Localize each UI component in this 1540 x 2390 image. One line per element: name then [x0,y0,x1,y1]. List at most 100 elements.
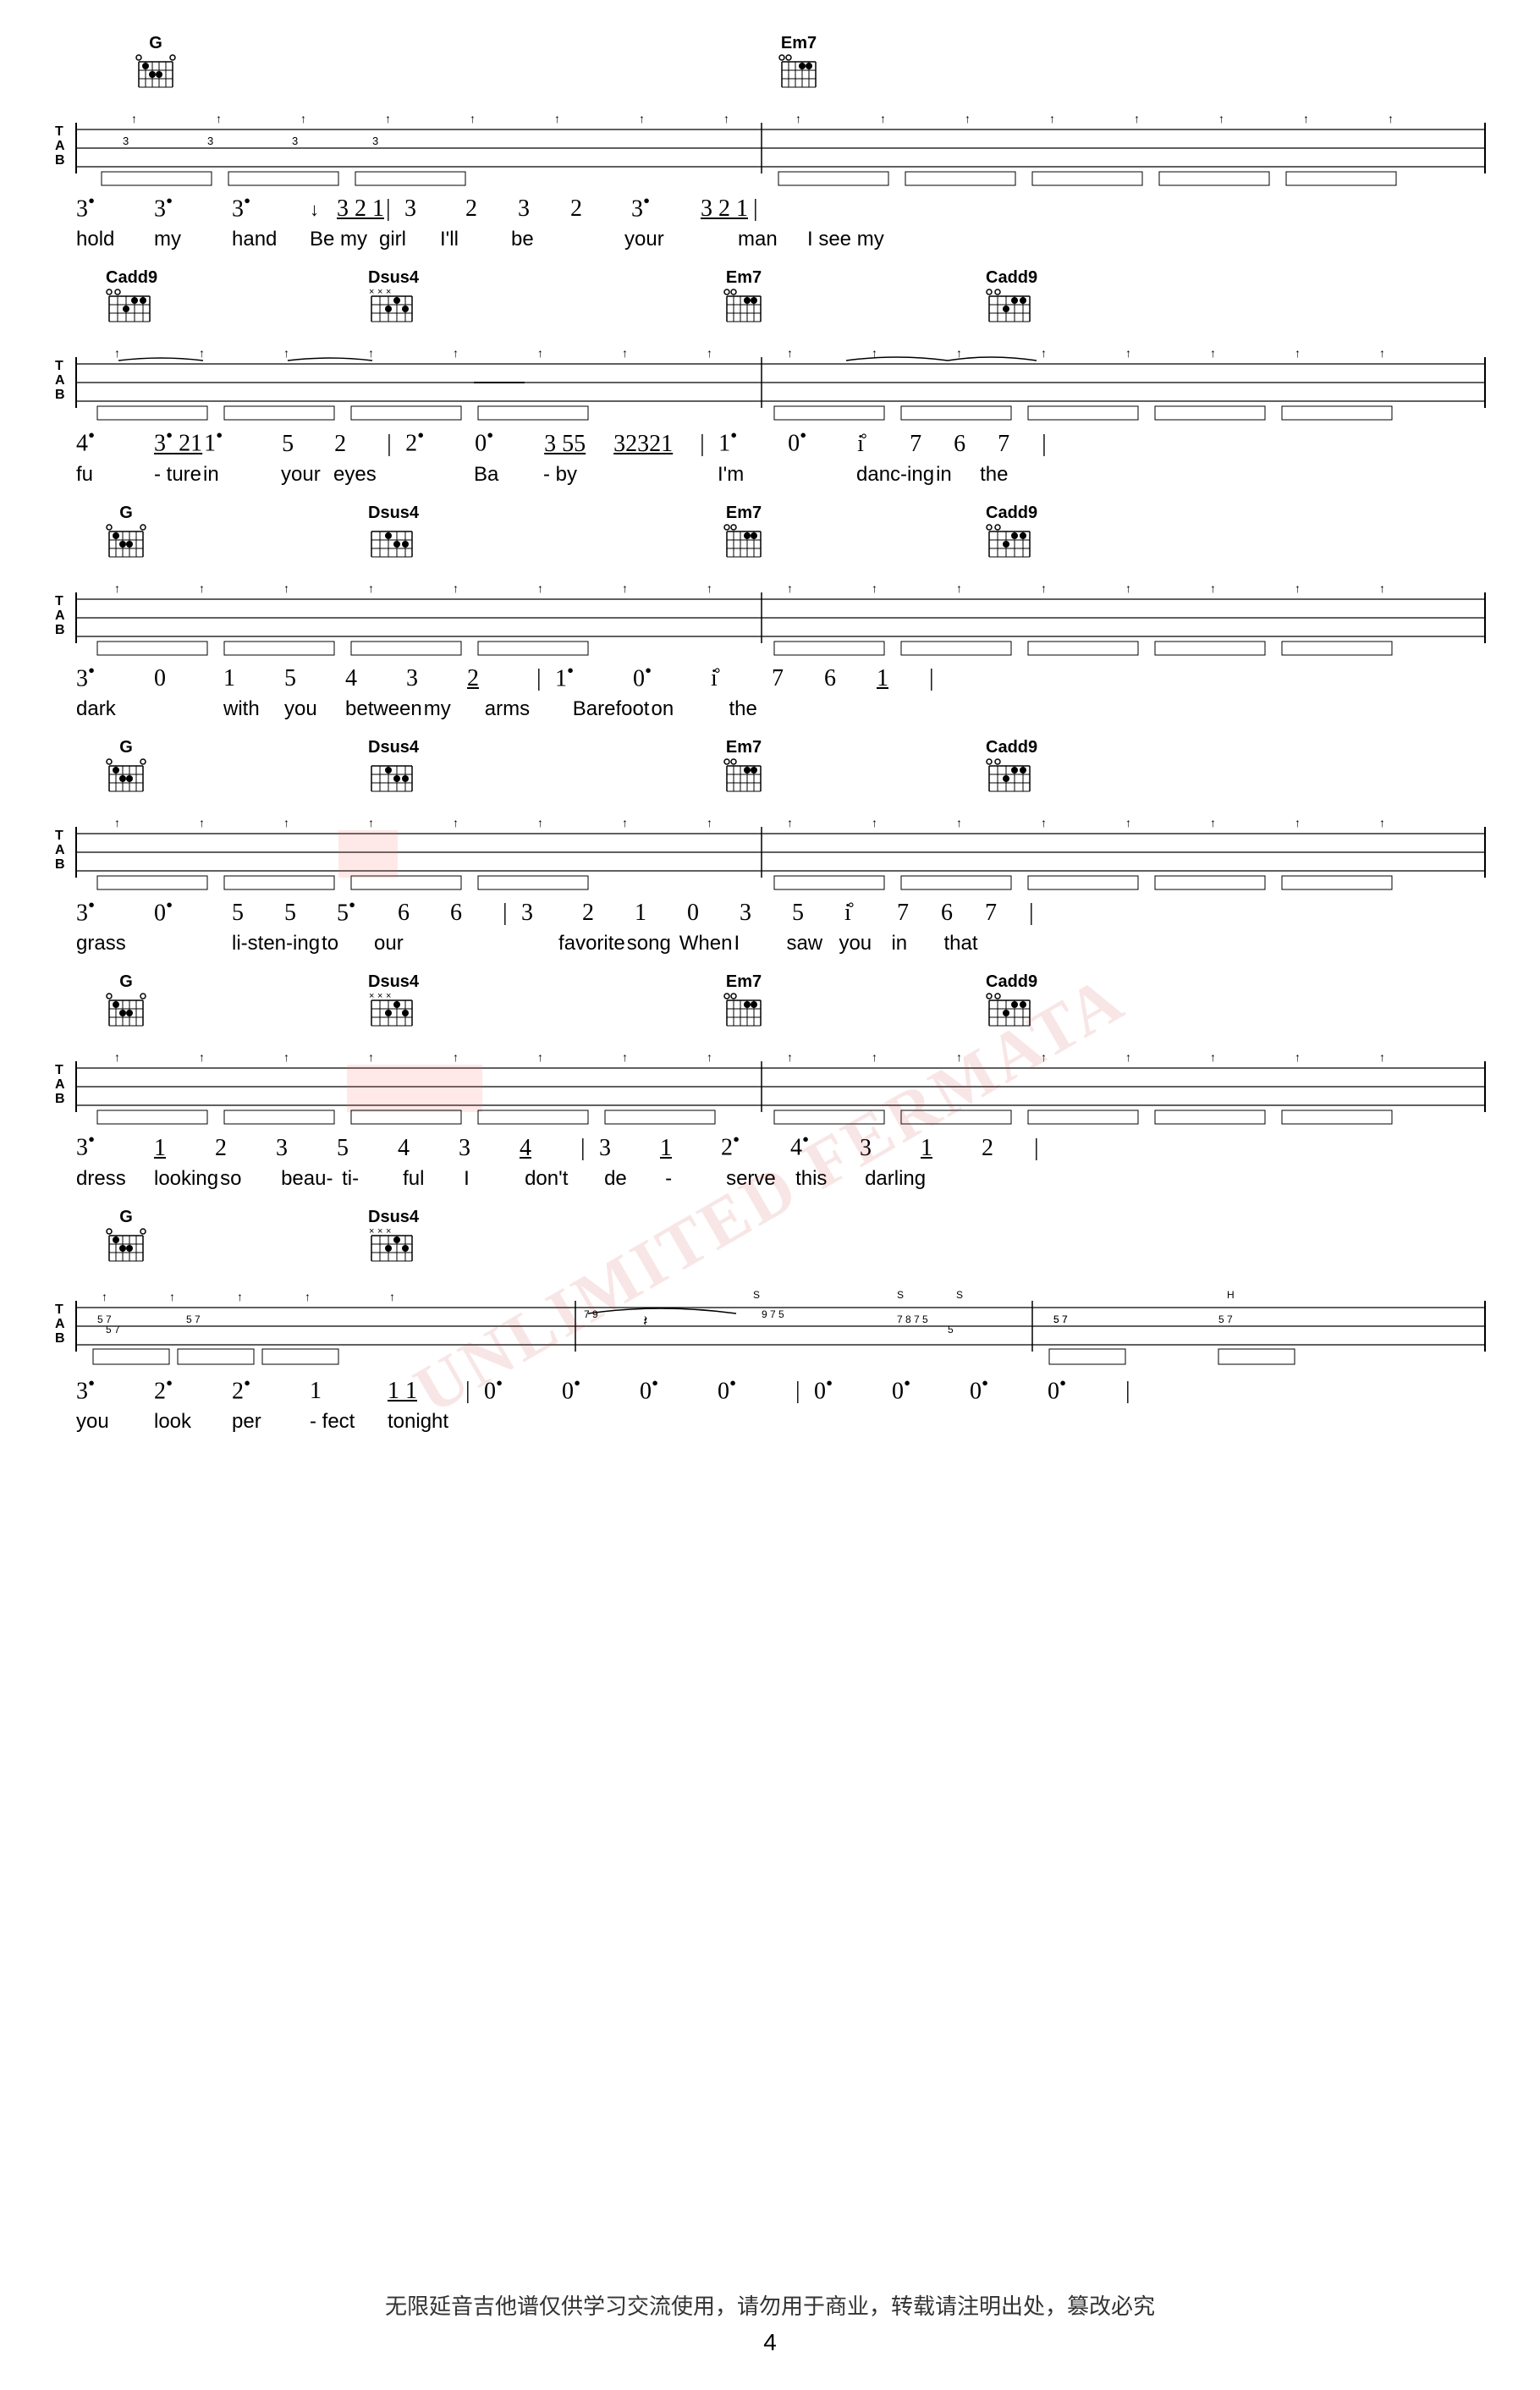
notation-row-3: 3• 0 1 5 4 3 2 | 1• 0• i̊ 7 6 1 | [51,660,1489,692]
svg-text:↑: ↑ [1218,112,1224,125]
note-5-1: 3• [76,1129,152,1161]
svg-text:↑: ↑ [622,346,628,360]
svg-text:↑: ↑ [1041,1050,1047,1064]
svg-text:↑: ↑ [169,1290,175,1303]
svg-text:B: B [55,1092,65,1106]
lyric-6-2: look [154,1410,230,1434]
lyric-2-14: the [980,463,1022,487]
lyrics-row-2: fu - ture in your eyes Ba - by I'm danc-… [51,463,1489,487]
chord-row-3: G [51,504,1489,575]
chord-row-6: G [51,1208,1489,1280]
note-10: 3• [631,190,699,223]
barline-6-1: | [465,1378,482,1405]
svg-text:↑: ↑ [114,816,120,829]
chord-name-em7-4: Em7 [723,738,764,757]
svg-text:B: B [55,388,65,402]
chord-em7-5-svg [723,992,764,1036]
chord-name-cadd9-4: Cadd9 [986,738,1037,757]
chord-em7-1: Em7 [778,34,819,102]
system-1: G [51,34,1489,251]
svg-text:↑: ↑ [199,581,205,595]
lyric-5-6: ful [403,1167,462,1191]
note-4-12: 3 [740,900,790,927]
note-6-10: 0• [814,1373,890,1405]
note-4-11: 0 [687,900,738,927]
svg-text:↑: ↑ [622,581,628,595]
chord-em7-3-svg [723,523,764,567]
note-3-13: 1 [877,665,927,692]
svg-text:↑: ↑ [537,816,543,829]
lyric-9: your [624,228,675,251]
svg-text:↑: ↑ [368,816,374,829]
barline-3-1: | [536,665,553,692]
note-11: 3 2 1 [701,195,751,223]
svg-text:×: × [369,288,374,297]
svg-text:3: 3 [292,135,298,147]
svg-text:3: 3 [123,135,129,147]
chord-g-4: G [106,738,146,806]
svg-text:A: A [55,1077,65,1092]
note-2-13: 7 [910,431,952,458]
note-4-1: 3• [76,895,152,927]
note-7: 2 [465,195,516,223]
svg-text:↑: ↑ [622,1050,628,1064]
chord-name-em7-2: Em7 [723,268,764,288]
chord-g-6: G [106,1208,146,1275]
svg-text:↑: ↑ [453,346,459,360]
chord-name-g-6: G [106,1208,146,1227]
note-6-9: 0• [718,1373,794,1405]
barline-2-1: | [387,431,404,458]
svg-text:A: A [55,139,65,153]
lyric-2-1: fu [76,463,152,487]
svg-text:↑: ↑ [1210,581,1216,595]
chord-name-dsus4-3: Dsus4 [368,504,419,523]
chord-em7-5: Em7 [723,972,764,1040]
lyrics-row-4: grass li-sten-ing to our favorite song W… [51,932,1489,955]
lyric-11: man [738,228,806,251]
lyric-2-12: danc-ing [856,463,934,487]
notation-row-6: 3• 2• 2• 1 1 1 | 0• 0• 0• 0• | 0• 0• 0• … [51,1373,1489,1405]
svg-text:↑: ↑ [795,112,801,125]
lyric-4: Be my [310,228,377,251]
note-6-13: 0• [1048,1373,1124,1405]
svg-text:↑: ↑ [453,816,459,829]
chord-dsus4-6-svg: × × × [368,1227,415,1271]
svg-text:T: T [55,594,63,609]
svg-text:↑: ↑ [1379,581,1385,595]
svg-text:7 8 7 5: 7 8 7 5 [897,1313,928,1325]
chord-name-dsus4-6: Dsus4 [368,1208,419,1227]
chord-name-dsus4-4: Dsus4 [368,738,419,757]
lyric-6-5: tonight [388,1410,464,1434]
chord-em7-4-svg [723,757,764,801]
svg-text:↑: ↑ [199,346,205,360]
lyric-4-1: grass [76,932,152,955]
svg-text:↑: ↑ [537,346,543,360]
note-3-5: 4 [345,665,404,692]
lyric-4-15: that [943,932,986,955]
lyric-6-3: per [232,1410,308,1434]
chord-cadd9-2: Cadd9 [986,268,1037,336]
svg-text:↑: ↑ [1041,581,1047,595]
note-6-7: 0• [562,1373,638,1405]
chord-name-em7: Em7 [778,34,819,53]
lyric-2-10: I'm [718,463,785,487]
lyric-4-13: you [839,932,889,955]
svg-text:×: × [386,992,391,1001]
note-3-9: 0• [633,660,709,692]
svg-text:T: T [55,1302,63,1317]
chord-g-6-svg [106,1227,146,1271]
chord-name-dsus4-5: Dsus4 [368,972,419,992]
note-3-7: 2 [467,665,535,692]
chord-dsus4-5: Dsus4 × × × [368,972,419,1040]
svg-text:↑: ↑ [1049,112,1055,125]
note-3-11: 7 [772,665,822,692]
lyric-3-7: arms [485,697,553,721]
svg-text:↑: ↑ [1210,816,1216,829]
note-3-4: 5 [284,665,344,692]
svg-text:↑: ↑ [787,346,793,360]
note-4-8: 3 [521,900,580,927]
lyric-2-4: your [281,463,332,487]
svg-text:↑: ↑ [639,112,645,125]
note-4-13: 5 [792,900,843,927]
svg-text:↑: ↑ [1295,346,1301,360]
